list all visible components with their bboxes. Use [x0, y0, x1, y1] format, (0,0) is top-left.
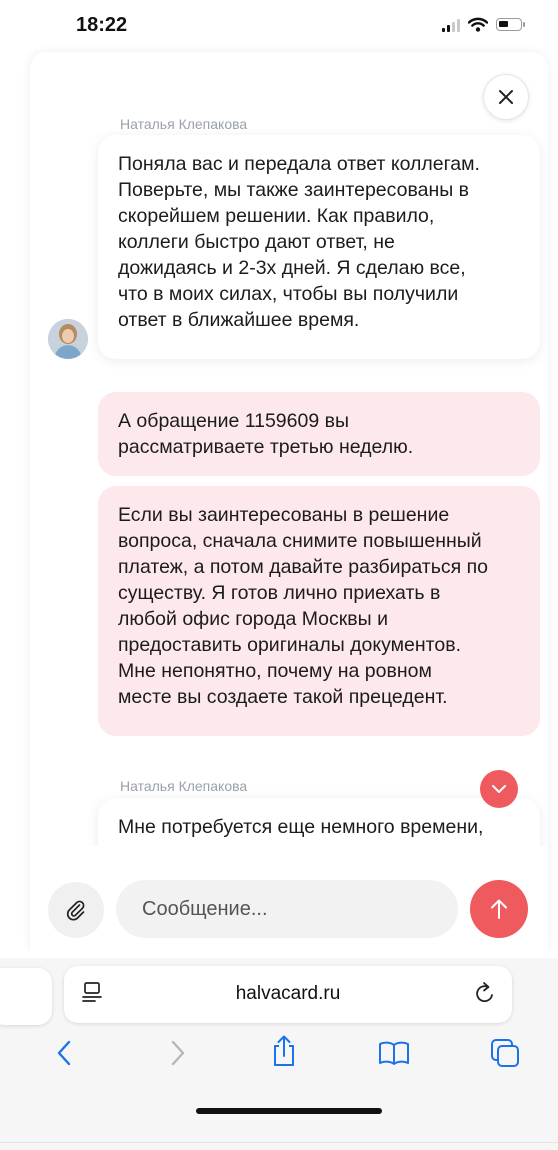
message-line: коллеги быстро дают ответ, не	[118, 231, 395, 253]
tabs-icon[interactable]	[490, 1038, 520, 1068]
message-line: существу. Я готов лично приехать в	[118, 582, 441, 604]
message-line: любой офис города Москвы и	[118, 608, 388, 630]
message-line: дожидаясь и 2-3х дней. Я сделаю все,	[118, 257, 466, 279]
incoming-message: Поняла вас и передала ответ коллегам. По…	[98, 135, 540, 359]
previous-tab-card[interactable]	[0, 968, 52, 1025]
status-icons	[442, 17, 525, 32]
wifi-icon	[468, 17, 488, 32]
close-icon	[499, 90, 513, 104]
message-sender: Наталья Клепакова	[120, 116, 248, 132]
paperclip-icon	[66, 900, 85, 921]
message-line: Мне непонятно, почему на ровном	[118, 660, 432, 682]
message-line: скорейшем решении. Как правило,	[118, 205, 435, 227]
message-line: рассматриваете третью неделю.	[118, 436, 414, 458]
agent-avatar	[48, 319, 88, 359]
message-line: месте вы создаете такой прецедент.	[118, 686, 448, 708]
message-line: Поверьте, мы также заинтересованы в	[118, 179, 470, 201]
bottom-divider	[0, 1142, 558, 1143]
avatar-photo	[48, 319, 88, 359]
message-line: Если вы заинтересованы в решение	[118, 504, 450, 526]
browser-toolbar: halvacard.ru	[0, 958, 558, 1150]
scroll-down-button[interactable]	[480, 770, 518, 808]
battery-icon	[496, 18, 525, 31]
address-bar[interactable]: halvacard.ru	[64, 966, 512, 1023]
message-line: ответ в ближайшее время.	[118, 309, 360, 331]
message-sender: Наталья Клепакова	[120, 778, 248, 794]
reload-icon[interactable]	[474, 981, 496, 1005]
close-button[interactable]	[483, 74, 529, 120]
message-input-placeholder: Сообщение...	[142, 897, 268, 920]
attach-button[interactable]	[48, 882, 104, 938]
message-line: вопроса, сначала снимите повышенный	[118, 530, 482, 552]
share-icon[interactable]	[270, 1034, 298, 1068]
message-line: платеж, а потом давайте разбираться по	[118, 556, 489, 578]
chevron-left-icon[interactable]	[54, 1038, 76, 1068]
book-icon[interactable]	[378, 1040, 410, 1066]
cellular-signal-icon	[442, 18, 460, 32]
message-input[interactable]: Сообщение...	[116, 880, 458, 938]
status-time: 18:22	[76, 14, 128, 36]
message-line: предоставить оригиналы документов.	[118, 634, 461, 656]
outgoing-message: А обращение 1159609 вы рассматриваете тр…	[98, 392, 540, 476]
home-indicator	[196, 1108, 382, 1114]
message-line: Поняла вас и передала ответ коллегам.	[118, 153, 480, 175]
message-line: А обращение 1159609 вы	[118, 410, 349, 432]
chevron-down-icon	[492, 784, 506, 793]
url-text: halvacard.ru	[235, 983, 341, 1004]
message-line: Мне потребуется еще немного времени,	[118, 816, 484, 838]
chevron-right-icon[interactable]	[166, 1038, 188, 1068]
outgoing-message: Если вы заинтересованы в решение вопроса…	[98, 486, 540, 736]
message-line: что в моих силах, чтобы вы получили	[118, 283, 459, 305]
arrow-up-icon	[491, 899, 507, 919]
send-button[interactable]	[470, 880, 528, 938]
status-bar: 18:22	[0, 0, 558, 52]
